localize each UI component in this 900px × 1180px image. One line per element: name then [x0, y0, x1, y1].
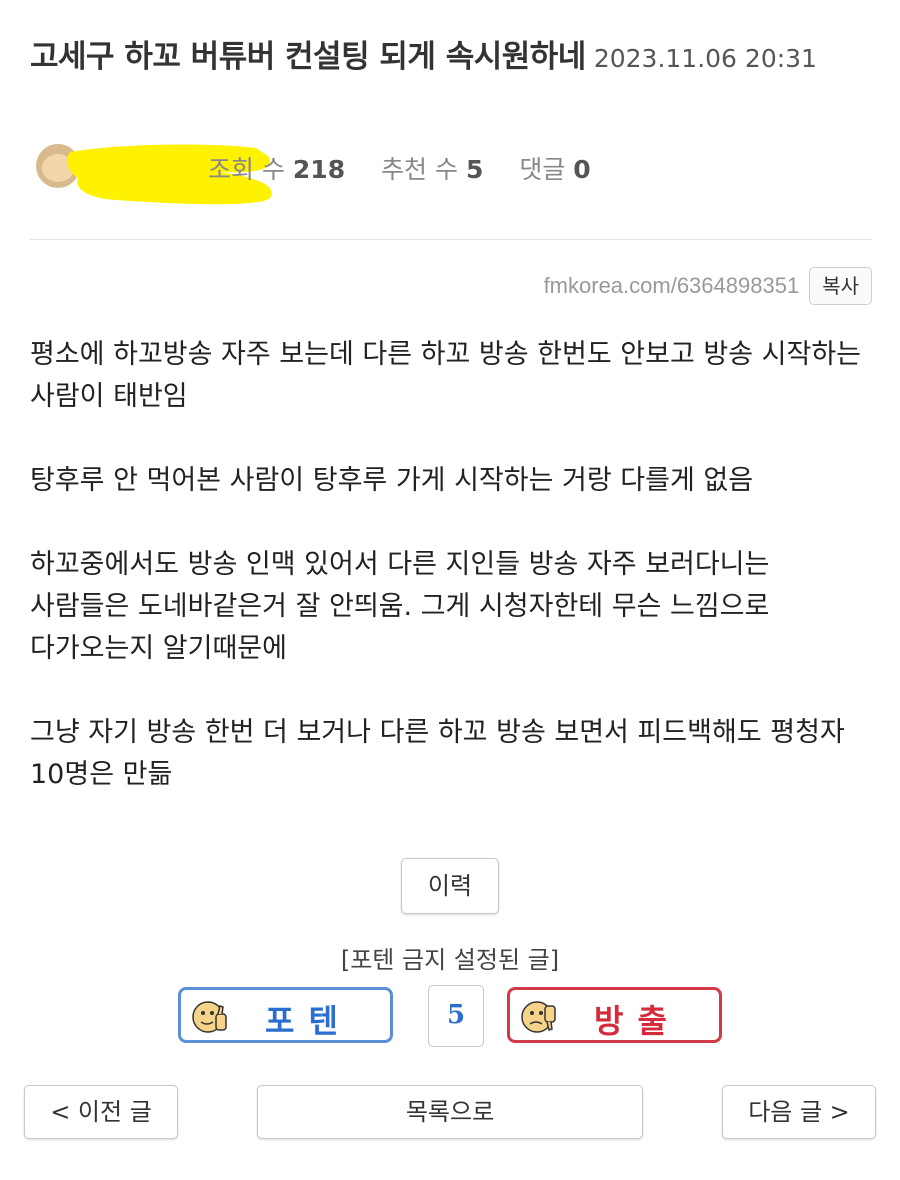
post-date: 2023.11.06 20:31 [593, 44, 817, 73]
recommend-count: 5 [465, 155, 484, 184]
fortune-disabled-note: [포텐 금지 설정된 글] [340, 946, 560, 974]
comments-stat[interactable]: 댓글 0 [519, 155, 590, 184]
post-url[interactable]: fmkorea.com/6364898351 [544, 273, 800, 299]
post-body: 평소에 하꼬방송 자주 보는데 다른 하꼬 방송 한번도 안보고 방송 시작하는… [30, 334, 870, 838]
recommend-label: 추천 수 [381, 155, 458, 184]
post-navigation: < 이전 글 목록으로 다음 글 > [0, 1085, 900, 1141]
vote-count: 5 [428, 985, 484, 1047]
upvote-button[interactable]: 포텐 [178, 987, 393, 1043]
back-to-list-button[interactable]: 목록으로 [257, 1085, 643, 1139]
post-header: 고세구 하꼬 버튜버 컨설팅 되게 속시원하네 2023.11.06 20:31 [30, 34, 875, 80]
meta-stats: 조회 수 218 추천 수 5 댓글 0 [208, 150, 619, 186]
history-button[interactable]: 이력 [401, 858, 499, 914]
body-paragraph: 하꼬중에서도 방송 인맥 있어서 다른 지인들 방송 자주 보러다니는 사람들은… [30, 549, 770, 664]
views-label: 조회 수 [208, 155, 285, 184]
header-divider [30, 239, 872, 240]
comments-count: 0 [573, 155, 591, 184]
post-title: 고세구 하꼬 버튜버 컨설팅 되게 속시원하네 [30, 39, 586, 75]
upvote-label: 포텐 [265, 1002, 352, 1040]
downvote-button[interactable]: 방출 [507, 987, 722, 1043]
comments-label: 댓글 [519, 155, 566, 184]
views-count: 218 [292, 155, 346, 184]
recommend-stat: 추천 수 5 [381, 155, 483, 184]
copy-url-button[interactable]: 복사 [809, 267, 872, 305]
thumbs-up-face-icon [192, 1001, 227, 1033]
body-paragraph: 탕후루 안 먹어본 사람이 탕후루 가게 시작하는 거랑 다를게 없음 [30, 465, 754, 496]
views-stat: 조회 수 218 [208, 155, 345, 184]
post-meta: 조회 수 218 추천 수 5 댓글 0 [30, 138, 875, 205]
prev-post-button[interactable]: < 이전 글 [24, 1085, 178, 1139]
vote-row: 포텐 5 방출 [0, 985, 900, 1047]
next-post-button[interactable]: 다음 글 > [722, 1085, 876, 1139]
url-row: fmkorea.com/6364898351 복사 [544, 266, 872, 306]
body-paragraph: 평소에 하꼬방송 자주 보는데 다른 하꼬 방송 한번도 안보고 방송 시작하는… [30, 339, 862, 412]
thumbs-down-face-icon [521, 1001, 556, 1033]
downvote-label: 방출 [594, 1002, 681, 1040]
body-paragraph: 그냥 자기 방송 한번 더 보거나 다른 하꼬 방송 보면서 피드백해도 평청자… [30, 717, 845, 790]
